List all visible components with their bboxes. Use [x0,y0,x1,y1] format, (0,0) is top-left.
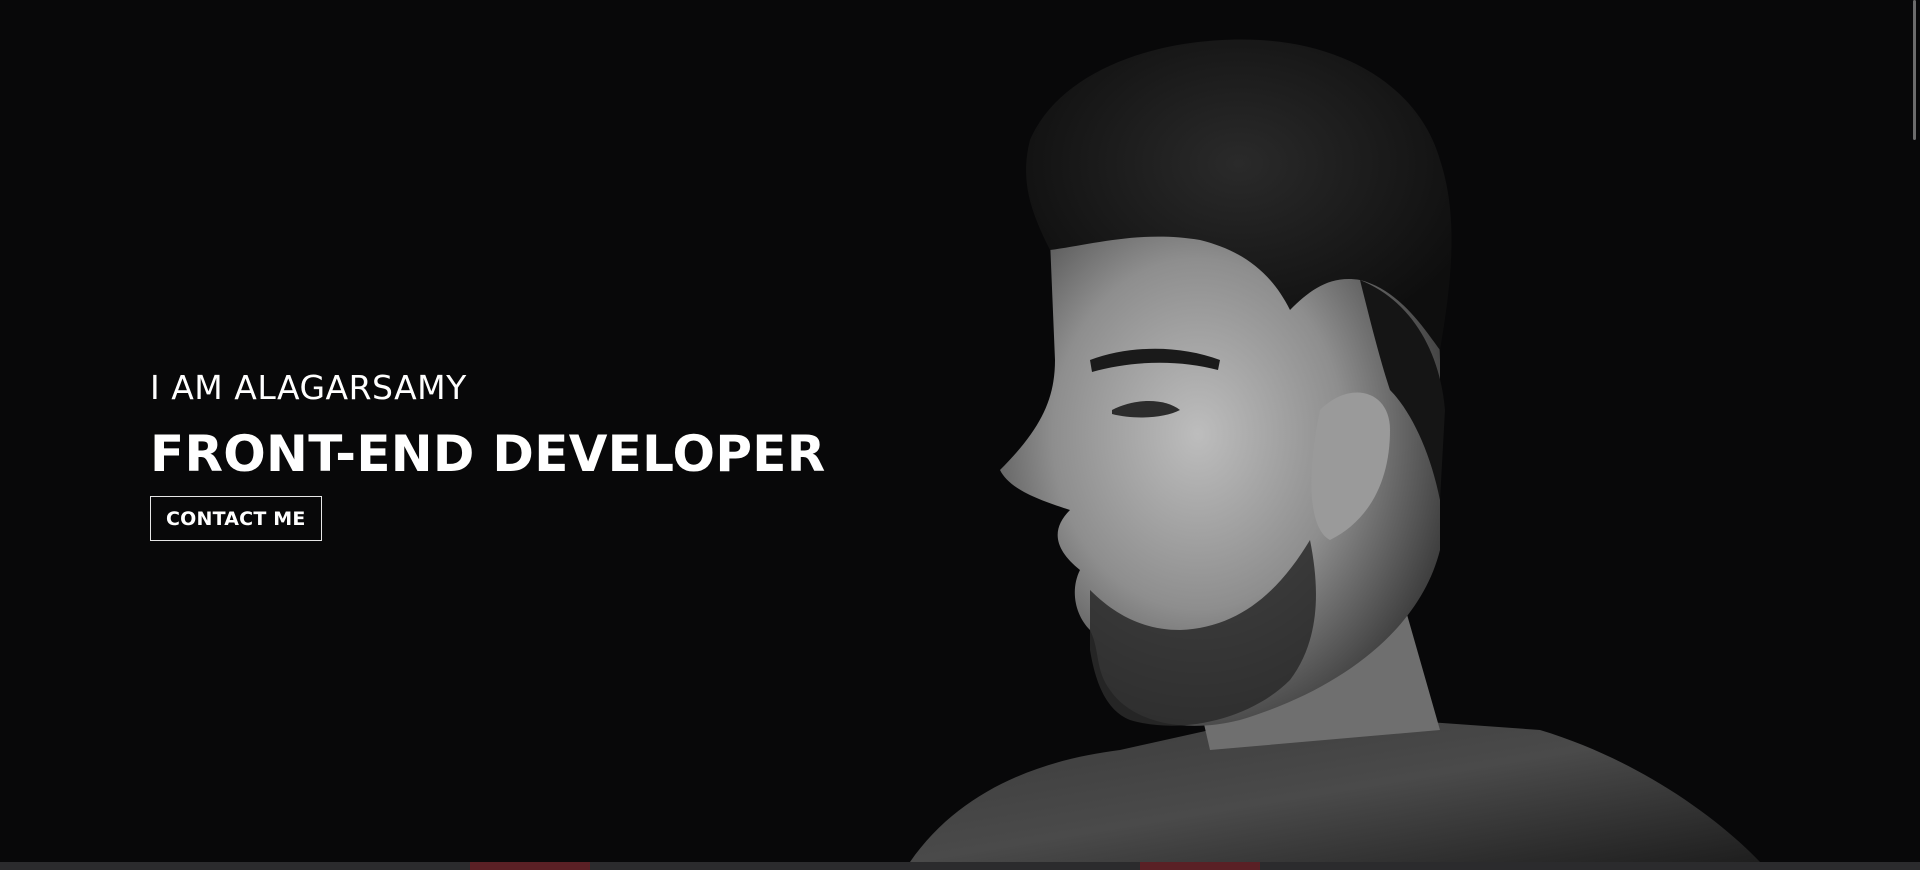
hero-text-block: I AM ALAGARSAMY FRONT-END DEVELOPER CONT… [150,364,826,541]
hero-section: I AM ALAGARSAMY FRONT-END DEVELOPER CONT… [0,0,1920,862]
contact-me-button[interactable]: CONTACT ME [150,496,322,541]
bottom-accent-left [470,862,590,870]
portrait-image [910,39,1760,862]
hero-role-title: FRONT-END DEVELOPER [150,425,826,483]
hero-intro: I AM ALAGARSAMY [150,368,467,407]
scrollbar-thumb[interactable] [1913,0,1916,140]
bottom-accent-right [1140,862,1260,870]
bottom-strip [0,862,1920,870]
